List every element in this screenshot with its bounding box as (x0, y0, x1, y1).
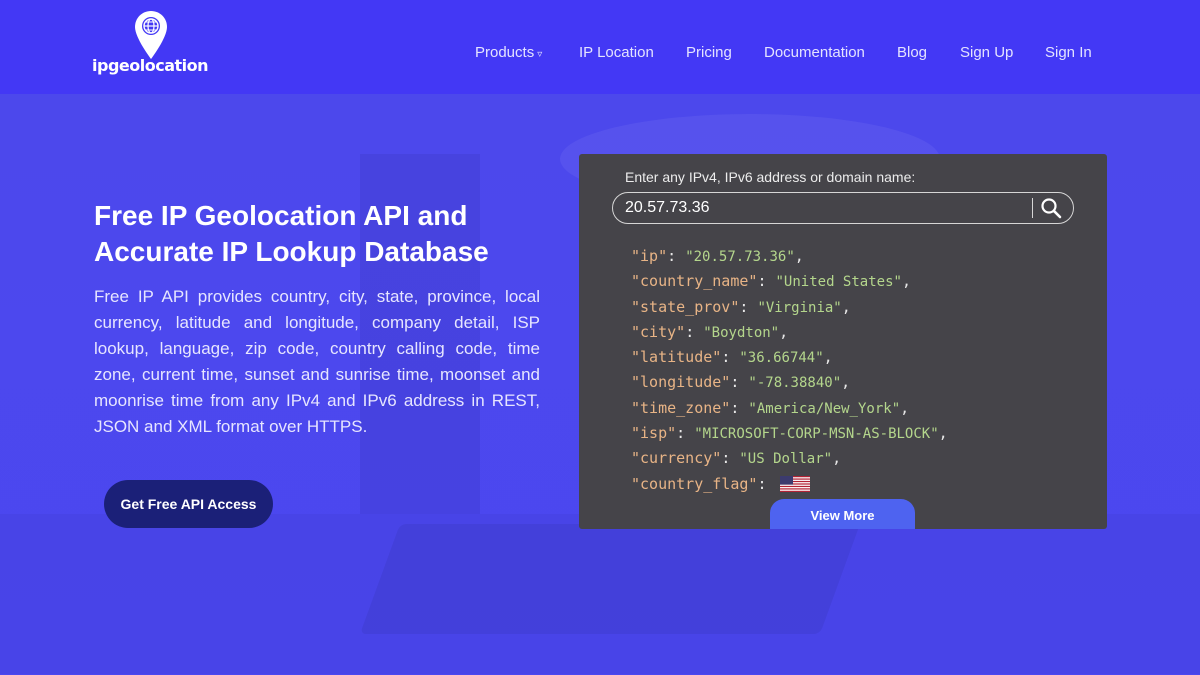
json-value: "MICROSOFT-CORP-MSN-AS-BLOCK" (694, 426, 939, 443)
hero-title: Free IP Geolocation API and Accurate IP … (94, 200, 489, 267)
json-row: "country_flag": (631, 472, 1091, 497)
json-key: "time_zone" (631, 398, 731, 417)
json-row: "state_prov": "Virginia", (631, 297, 851, 316)
nav-item-products[interactable]: Products ▿ (475, 44, 542, 61)
hero-description: Free IP API provides country, city, stat… (94, 287, 540, 436)
nav-item-blog[interactable]: Blog (897, 44, 927, 61)
json-key: "state_prov" (631, 297, 740, 316)
lookup-label: Enter any IPv4, IPv6 address or domain n… (625, 169, 916, 185)
json-key: "country_name" (631, 272, 758, 291)
ip-search-input[interactable] (625, 197, 1025, 219)
site-header: ipgeolocation Products ▿ IP Location Pric… (0, 0, 1200, 94)
nav-item-pricing[interactable]: Pricing (686, 44, 732, 61)
nav-item-ip-location[interactable]: IP Location (579, 44, 654, 61)
json-key: "ip" (631, 247, 668, 265)
nav-item-sign-up[interactable]: Sign Up (960, 44, 1013, 61)
view-more-button[interactable]: View More (770, 499, 915, 529)
json-row: "longitude": "-78.38840", (631, 373, 851, 392)
json-value: "-78.38840" (748, 375, 842, 392)
search-icon[interactable] (1039, 196, 1063, 220)
json-value: "Virginia" (757, 299, 842, 316)
json-key: "city" (631, 322, 686, 341)
json-row: "ip": "20.57.73.36", (631, 247, 804, 265)
json-key: "currency" (631, 449, 722, 468)
background-laptop (359, 524, 861, 634)
json-key: "longitude" (631, 373, 731, 392)
json-row: "latitude": "36.66744", (631, 348, 833, 367)
json-value: "20.57.73.36" (685, 249, 795, 265)
json-row: "currency": "US Dollar", (631, 449, 842, 468)
json-value: "US Dollar" (739, 451, 833, 468)
nav-item-sign-in[interactable]: Sign In (1045, 44, 1092, 61)
json-row: "country_name": "United States", (631, 272, 911, 291)
lookup-result-json: "ip": "20.57.73.36", "country_name": "Un… (631, 244, 1091, 497)
json-value: "36.66744" (739, 350, 824, 367)
json-value: "America/New_York" (748, 400, 901, 417)
nav-item-documentation[interactable]: Documentation (764, 44, 865, 61)
json-value: "United States" (775, 274, 902, 291)
get-free-api-access-button[interactable]: Get Free API Access (104, 480, 273, 528)
ip-lookup-panel: Enter any IPv4, IPv6 address or domain n… (579, 154, 1107, 529)
json-key: "isp" (631, 424, 677, 443)
search-divider (1032, 198, 1033, 218)
nav-item-products-label: Products (475, 44, 535, 61)
main-nav: Products ▿ IP Location Pricing Documentat… (0, 44, 1200, 64)
json-key: "latitude" (631, 348, 722, 367)
json-row: "city": "Boydton", (631, 322, 789, 341)
json-value: "Boydton" (703, 324, 780, 341)
chevron-down-icon: ▿ (537, 49, 543, 60)
json-row: "isp": "MICROSOFT-CORP-MSN-AS-BLOCK", (631, 424, 948, 443)
json-key: "country_flag" (631, 474, 758, 493)
us-flag-icon (779, 476, 810, 493)
lookup-search-box (612, 192, 1074, 224)
json-row: "time_zone": "America/New_York", (631, 398, 910, 417)
